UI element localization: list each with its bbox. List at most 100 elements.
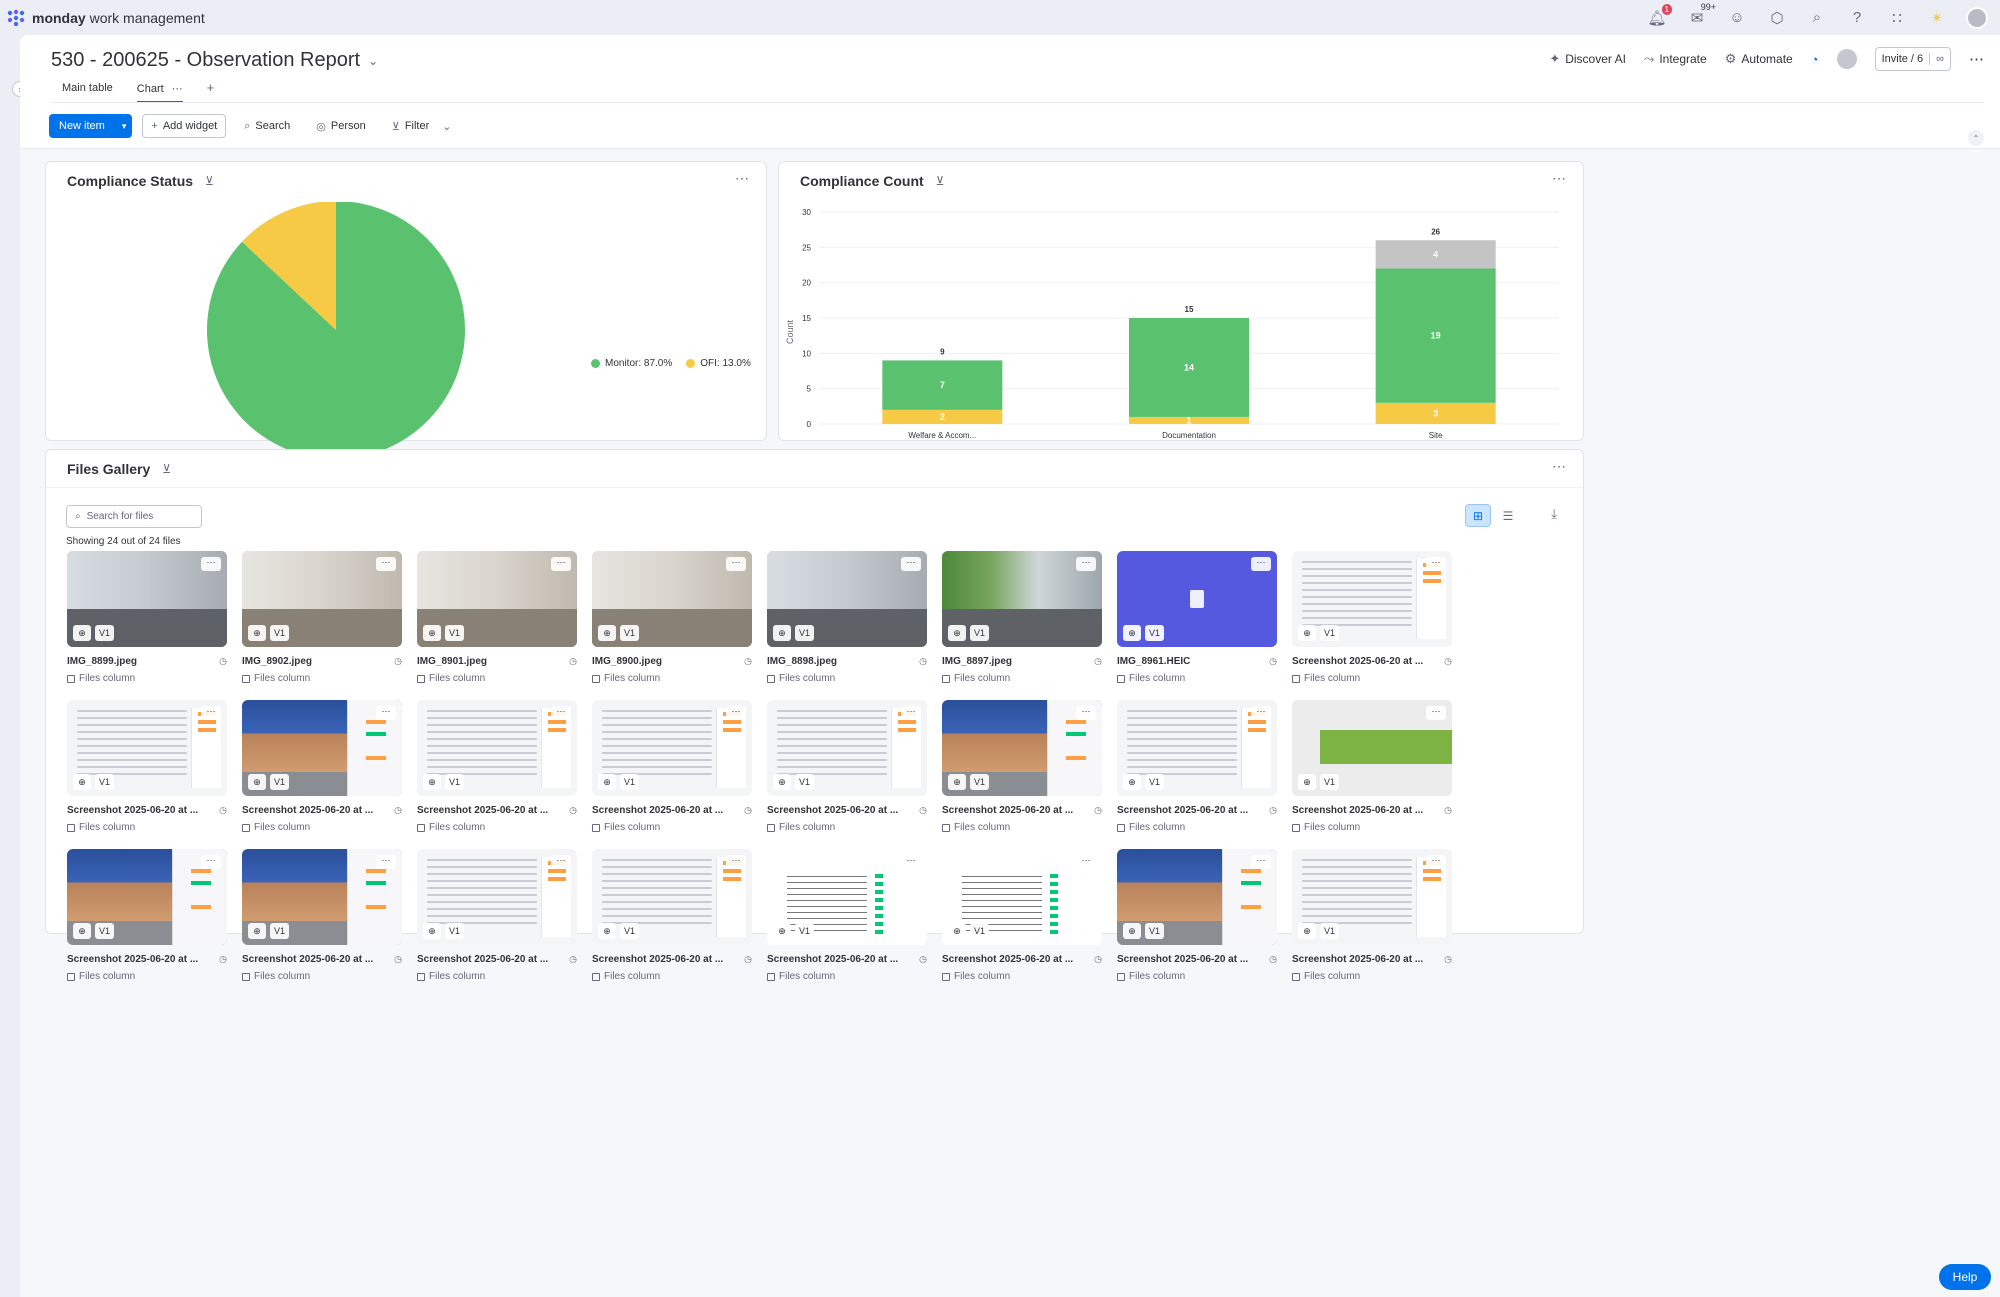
- file-card[interactable]: ⋯ ⊕ V1 Screenshot 2025-06-20 at ... ◷ Files c…: [67, 700, 227, 833]
- file-thumbnail[interactable]: ⋯ ⊕ V1: [767, 551, 927, 647]
- file-card[interactable]: ⋯ ⊕ V1 Screenshot 2025-06-20 at ... ◷ Files c…: [1117, 849, 1277, 982]
- file-name[interactable]: Screenshot 2025-06-20 at ...: [67, 954, 198, 965]
- file-thumbnail[interactable]: ⋯ ⊕ V1: [767, 700, 927, 796]
- file-name[interactable]: Screenshot 2025-06-20 at ...: [417, 805, 548, 816]
- add-view-button[interactable]: +: [207, 80, 215, 103]
- file-name[interactable]: IMG_8902.jpeg: [242, 656, 312, 667]
- file-name[interactable]: Screenshot 2025-06-20 at ...: [417, 954, 548, 965]
- file-name[interactable]: Screenshot 2025-06-20 at ...: [1117, 805, 1248, 816]
- add-update-icon[interactable]: ⊕: [773, 923, 791, 939]
- file-thumbnail[interactable]: ⋯ ⊕ V1: [417, 551, 577, 647]
- file-menu-icon[interactable]: ⋯: [1426, 557, 1446, 571]
- add-update-icon[interactable]: ⊕: [598, 625, 616, 641]
- widget-menu-icon[interactable]: ⋯: [1552, 170, 1567, 187]
- file-menu-icon[interactable]: ⋯: [551, 557, 571, 571]
- add-update-icon[interactable]: ⊕: [1298, 774, 1316, 790]
- file-thumbnail[interactable]: ⋯ ⊕ V1: [1292, 849, 1452, 945]
- add-update-icon[interactable]: ⊕: [73, 923, 91, 939]
- add-update-icon[interactable]: ⊕: [423, 774, 441, 790]
- file-menu-icon[interactable]: ⋯: [1426, 706, 1446, 720]
- file-name[interactable]: Screenshot 2025-06-20 at ...: [1117, 954, 1248, 965]
- file-card[interactable]: ⋯ ⊕ V1 Screenshot 2025-06-20 at ... ◷ Files c…: [67, 849, 227, 982]
- list-view-icon[interactable]: ☰: [1495, 504, 1521, 527]
- file-menu-icon[interactable]: ⋯: [376, 557, 396, 571]
- file-name[interactable]: Screenshot 2025-06-20 at ...: [942, 954, 1073, 965]
- file-menu-icon[interactable]: ⋯: [1076, 855, 1096, 869]
- chevron-down-icon[interactable]: ▾: [114, 120, 133, 132]
- file-menu-icon[interactable]: ⋯: [201, 855, 221, 869]
- automate-button[interactable]: ⚙ Automate: [1725, 51, 1793, 67]
- widget-menu-icon[interactable]: ⋯: [735, 170, 750, 187]
- file-thumbnail[interactable]: ⋯ ⊕ V1: [942, 849, 1102, 945]
- add-update-icon[interactable]: ⊕: [1298, 625, 1316, 641]
- file-name[interactable]: Screenshot 2025-06-20 at ...: [767, 954, 898, 965]
- inbox-icon[interactable]: ✉ 99+: [1686, 2, 1716, 29]
- widget-menu-icon[interactable]: ⋯: [1552, 458, 1567, 475]
- file-name[interactable]: Screenshot 2025-06-20 at ...: [242, 954, 373, 965]
- file-card[interactable]: ⋯ ⊕ V1 IMG_8961.HEIC ◷ Files column: [1117, 551, 1277, 684]
- filter-icon[interactable]: ⊻: [205, 174, 214, 188]
- file-thumbnail[interactable]: ⋯ ⊕ V1: [942, 551, 1102, 647]
- file-card[interactable]: ⋯ ⊕ V1 Screenshot 2025-06-20 at ... ◷ Files c…: [1292, 700, 1452, 833]
- file-thumbnail[interactable]: ⋯ ⊕ V1: [942, 700, 1102, 796]
- add-update-icon[interactable]: ⊕: [423, 923, 441, 939]
- file-menu-icon[interactable]: ⋯: [551, 706, 571, 720]
- file-name[interactable]: IMG_8961.HEIC: [1117, 656, 1190, 667]
- file-name[interactable]: Screenshot 2025-06-20 at ...: [1292, 656, 1423, 667]
- file-thumbnail[interactable]: ⋯ ⊕ V1: [767, 849, 927, 945]
- integrate-button[interactable]: ⤳ Integrate: [1644, 51, 1707, 67]
- file-menu-icon[interactable]: ⋯: [1251, 855, 1271, 869]
- file-thumbnail[interactable]: ⋯ ⊕ V1: [242, 700, 402, 796]
- file-card[interactable]: ⋯ ⊕ V1 Screenshot 2025-06-20 at ... ◷ Files c…: [242, 700, 402, 833]
- chevron-down-icon[interactable]: ⌄: [368, 54, 378, 68]
- add-update-icon[interactable]: ⊕: [1123, 625, 1141, 641]
- file-card[interactable]: ⋯ ⊕ V1 Screenshot 2025-06-20 at ... ◷ Files c…: [242, 849, 402, 982]
- search-icon[interactable]: ⌕: [1806, 7, 1828, 29]
- file-thumbnail[interactable]: ⋯ ⊕ V1: [592, 700, 752, 796]
- file-thumbnail[interactable]: ⋯ ⊕ V1: [67, 700, 227, 796]
- add-update-icon[interactable]: ⊕: [773, 774, 791, 790]
- integrations-icon[interactable]: ⬡: [1766, 7, 1788, 29]
- apps-grid-icon[interactable]: ∷: [1886, 7, 1908, 29]
- search-button[interactable]: ⌕ Search: [236, 114, 298, 138]
- file-name[interactable]: Screenshot 2025-06-20 at ...: [67, 805, 198, 816]
- file-menu-icon[interactable]: ⋯: [1251, 557, 1271, 571]
- file-name[interactable]: Screenshot 2025-06-20 at ...: [1292, 954, 1423, 965]
- file-name[interactable]: Screenshot 2025-06-20 at ...: [1292, 805, 1423, 816]
- search-files-input[interactable]: ⌕ Search for files: [66, 505, 202, 528]
- file-card[interactable]: ⋯ ⊕ V1 IMG_8897.jpeg ◷ Files column: [942, 551, 1102, 684]
- person-filter-button[interactable]: ◎ Person: [308, 114, 373, 138]
- file-thumbnail[interactable]: ⋯ ⊕ V1: [1292, 551, 1452, 647]
- file-menu-icon[interactable]: ⋯: [1076, 706, 1096, 720]
- filter-button[interactable]: ⊻ Filter ⌄: [384, 114, 460, 138]
- file-card[interactable]: ⋯ ⊕ V1 Screenshot 2025-06-20 at ... ◷ Files c…: [942, 700, 1102, 833]
- file-card[interactable]: ⋯ ⊕ V1 IMG_8901.jpeg ◷ Files column: [417, 551, 577, 684]
- board-menu-icon[interactable]: ⋯: [1969, 50, 1984, 68]
- file-card[interactable]: ⋯ ⊕ V1 Screenshot 2025-06-20 at ... ◷ Files c…: [1117, 700, 1277, 833]
- file-menu-icon[interactable]: ⋯: [726, 706, 746, 720]
- add-update-icon[interactable]: ⊕: [948, 923, 966, 939]
- file-menu-icon[interactable]: ⋯: [901, 855, 921, 869]
- file-card[interactable]: ⋯ ⊕ V1 IMG_8900.jpeg ◷ Files column: [592, 551, 752, 684]
- new-item-button[interactable]: New item ▾: [49, 114, 133, 138]
- add-update-icon[interactable]: ⊕: [1298, 923, 1316, 939]
- file-card[interactable]: ⋯ ⊕ V1 Screenshot 2025-06-20 at ... ◷ Files c…: [767, 700, 927, 833]
- filter-icon[interactable]: ⊻: [936, 174, 945, 188]
- add-update-icon[interactable]: ⊕: [948, 774, 966, 790]
- file-card[interactable]: ⋯ ⊕ V1 IMG_8902.jpeg ◷ Files column: [242, 551, 402, 684]
- file-name[interactable]: Screenshot 2025-06-20 at ...: [592, 805, 723, 816]
- help-button[interactable]: Help: [1939, 1264, 1991, 1290]
- file-thumbnail[interactable]: ⋯ ⊕ V1: [1117, 551, 1277, 647]
- file-thumbnail[interactable]: ⋯ ⊕ V1: [242, 551, 402, 647]
- add-widget-button[interactable]: + Add widget: [142, 114, 227, 138]
- avatar[interactable]: [1966, 6, 1988, 29]
- bell-icon[interactable]: 🔔︎ 1: [1646, 3, 1672, 29]
- add-update-icon[interactable]: ⊕: [248, 625, 266, 641]
- add-update-icon[interactable]: ⊕: [598, 923, 616, 939]
- collapse-header-button[interactable]: ⌃: [1968, 130, 1984, 146]
- file-thumbnail[interactable]: ⋯ ⊕ V1: [1117, 700, 1277, 796]
- board-owner-avatar[interactable]: [1836, 49, 1857, 69]
- file-thumbnail[interactable]: ⋯ ⊕ V1: [67, 551, 227, 647]
- file-menu-icon[interactable]: ⋯: [551, 855, 571, 869]
- file-card[interactable]: ⋯ ⊕ V1 Screenshot 2025-06-20 at ... ◷ Files c…: [417, 849, 577, 982]
